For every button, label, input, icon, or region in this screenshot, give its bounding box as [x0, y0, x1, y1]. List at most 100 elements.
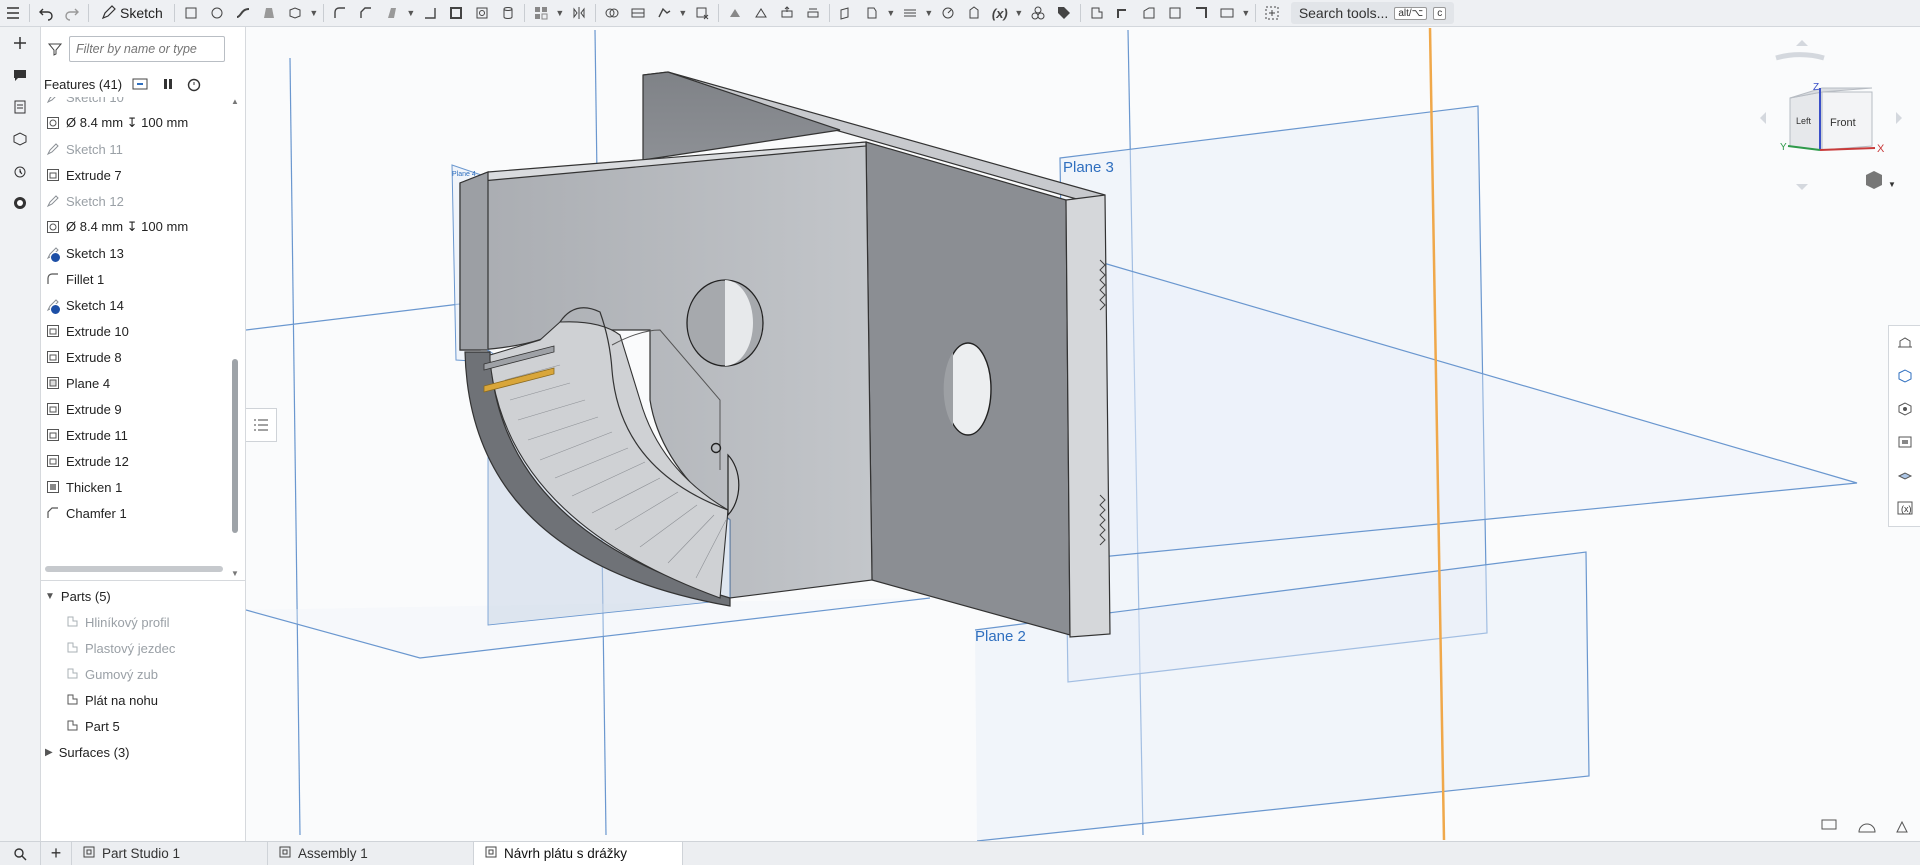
feature-item[interactable]: Sketch 11 [41, 136, 229, 162]
tag-icon[interactable] [1051, 1, 1077, 25]
part-item[interactable]: Part 5 [41, 713, 245, 739]
thicken-icon[interactable] [282, 1, 308, 25]
document-tab[interactable]: Návrh plátu s drážky [474, 842, 683, 865]
chevron-down-icon[interactable]: ▼ [554, 1, 566, 25]
right-plate-edge[interactable] [1065, 194, 1111, 638]
document-icon[interactable] [0, 91, 40, 123]
tab-icon[interactable] [1136, 1, 1162, 25]
variables-icon[interactable]: (x) [1889, 491, 1920, 524]
history-icon[interactable] [0, 155, 40, 187]
undo-icon[interactable] [33, 1, 59, 25]
modify-fillet-icon[interactable] [722, 1, 748, 25]
replace-face-icon[interactable] [800, 1, 826, 25]
part-item[interactable]: Plát na nohu [41, 687, 245, 713]
scroll-up-icon[interactable]: ▲ [231, 97, 239, 106]
document-tab[interactable]: Part Studio 1 [72, 842, 268, 865]
comment-icon[interactable] [0, 59, 40, 91]
view-options-icon[interactable]: ▼ [1866, 171, 1896, 189]
feature-item[interactable]: Sketch 10 [41, 97, 229, 110]
chamfer-icon[interactable] [353, 1, 379, 25]
hole-icon[interactable] [469, 1, 495, 25]
flange-icon[interactable] [1110, 1, 1136, 25]
feature-item[interactable]: Plane 4 [41, 370, 229, 396]
feature-item[interactable]: Extrude 12 [41, 448, 229, 474]
rollback-icon[interactable] [132, 76, 150, 92]
sweep-icon[interactable] [230, 1, 256, 25]
front-plate-side-edge[interactable] [459, 171, 489, 351]
chevron-down-icon[interactable]: ▼ [1013, 1, 1025, 25]
filter-input[interactable] [69, 36, 225, 62]
feature-item[interactable]: Extrude 9 [41, 396, 229, 422]
feature-item[interactable]: Extrude 11 [41, 422, 229, 448]
chevron-down-icon[interactable]: ▼ [885, 1, 897, 25]
part-item[interactable]: Hliníkový profil [41, 609, 245, 635]
surfaces-section-header[interactable]: ▶ Surfaces (3) [41, 739, 245, 765]
rib-icon[interactable] [417, 1, 443, 25]
corner-icon[interactable] [1162, 1, 1188, 25]
filter-icon[interactable] [47, 41, 63, 57]
scroll-down-icon[interactable]: ▼ [231, 569, 239, 578]
view-cube[interactable]: Y X Z Left Front [1760, 40, 1902, 190]
pause-icon[interactable] [160, 76, 176, 92]
boolean-icon[interactable] [599, 1, 625, 25]
transform-icon[interactable] [651, 1, 677, 25]
parts-icon[interactable] [0, 123, 40, 155]
shell-icon[interactable] [443, 1, 469, 25]
cylinder-icon[interactable] [495, 1, 521, 25]
section-view-icon[interactable] [1821, 819, 1837, 830]
plane-4-label[interactable]: Plane 4 [452, 171, 476, 178]
feature-item[interactable]: Extrude 10 [41, 318, 229, 344]
loft-icon[interactable] [256, 1, 282, 25]
plane-2-label[interactable]: Plane 2 [975, 628, 1026, 645]
insert-icon[interactable] [0, 27, 40, 59]
chevron-down-icon[interactable]: ▼ [405, 1, 417, 25]
custom-features-icon[interactable] [1025, 1, 1051, 25]
section-analysis-icon[interactable] [1889, 458, 1920, 491]
extrude-icon[interactable] [178, 1, 204, 25]
document-tab[interactable]: Assembly 1 [268, 842, 474, 865]
plane-3-label[interactable]: Plane 3 [1063, 159, 1114, 176]
model-canvas[interactable]: Plane 3 Plane 2 Plane 4 Y X Z Left Front… [246, 27, 1920, 841]
chevron-down-icon[interactable]: ▼ [1240, 1, 1252, 25]
inspect-icon[interactable] [0, 187, 40, 219]
sketch-button[interactable]: Sketch [92, 2, 171, 24]
mirror-icon[interactable] [566, 1, 592, 25]
search-tools-button[interactable]: Search tools... alt/⌥ c [1290, 2, 1455, 24]
feature-item[interactable]: Sketch 12 [41, 188, 229, 214]
add-tab-button[interactable]: + [41, 842, 72, 865]
feature-item[interactable]: Ø 8.4 mm ↧ 100 mm [41, 214, 229, 240]
bend-relief-icon[interactable] [1188, 1, 1214, 25]
graphics-viewport[interactable]: Plane 3 Plane 2 Plane 4 Y X Z Left Front… [246, 27, 1920, 841]
feature-list-scrollbar[interactable]: ▲ ▼ [229, 97, 241, 579]
chevron-down-icon[interactable]: ▼ [677, 1, 689, 25]
appearance-icon[interactable] [1889, 326, 1920, 359]
feature-item[interactable]: Thicken 1 [41, 474, 229, 500]
feature-item[interactable]: Sketch 13 [41, 240, 229, 266]
feature-item[interactable]: Extrude 7 [41, 162, 229, 188]
feature-list-icon[interactable] [0, 1, 26, 25]
split-icon[interactable] [625, 1, 651, 25]
search-tabs-icon[interactable] [0, 842, 41, 865]
add-custom-icon[interactable] [1259, 1, 1285, 25]
redo-icon[interactable] [59, 1, 85, 25]
feature-item[interactable]: Ø 8.4 mm ↧ 100 mm [41, 110, 229, 136]
part-item[interactable]: Plastový jezdec [41, 635, 245, 661]
part-item[interactable]: Gumový zub [41, 661, 245, 687]
parts-cube-icon[interactable] [1889, 359, 1920, 392]
curve-icon[interactable] [897, 1, 923, 25]
mate-connector-icon[interactable] [859, 1, 885, 25]
helix-icon[interactable] [935, 1, 961, 25]
horizontal-scrollbar[interactable] [45, 566, 223, 572]
feature-item[interactable]: Chamfer 1 [41, 500, 229, 526]
chevron-down-icon[interactable]: ▼ [308, 1, 320, 25]
variable-icon[interactable]: (x) [987, 1, 1013, 25]
feature-item[interactable]: Extrude 8 [41, 344, 229, 370]
render-mode-icon[interactable] [1858, 823, 1876, 833]
sheet-metal-icon[interactable] [1084, 1, 1110, 25]
move-face-icon[interactable] [774, 1, 800, 25]
panel-toggle-button[interactable] [246, 408, 277, 442]
delete-part-icon[interactable] [689, 1, 715, 25]
display-settings-icon[interactable] [1896, 820, 1908, 833]
stopwatch-icon[interactable] [186, 76, 202, 92]
draft-icon[interactable] [379, 1, 405, 25]
